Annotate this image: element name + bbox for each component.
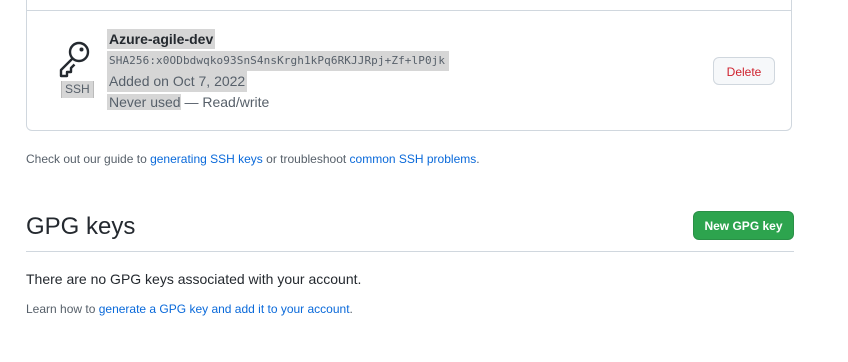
delete-button[interactable]: Delete xyxy=(713,57,775,85)
key-icon xyxy=(59,41,90,78)
generating-ssh-keys-link[interactable]: generating SSH keys xyxy=(150,152,263,166)
ssh-type-badge: SSH xyxy=(61,81,94,98)
ssh-key-added-date: Added on Oct 7, 2022 xyxy=(107,71,248,92)
gpg-learn-prefix: Learn how to xyxy=(26,302,99,316)
ssh-key-title: Azure-agile-dev xyxy=(107,29,216,49)
ssh-help-suffix: . xyxy=(476,152,480,166)
gpg-learn-suffix: . xyxy=(349,302,353,316)
gpg-heading-divider xyxy=(26,251,794,252)
new-gpg-key-button[interactable]: New GPG key xyxy=(693,211,794,240)
ssh-key-last-used: Never used xyxy=(107,94,181,110)
ssh-help-text: Check out our guide to generating SSH ke… xyxy=(26,151,480,167)
ssh-help-middle: or troubleshoot xyxy=(262,152,350,166)
ssh-help-prefix: Check out our guide to xyxy=(26,152,151,166)
gpg-empty-message: There are no GPG keys associated with yo… xyxy=(26,271,362,287)
ssh-key-usage: Never used — Read/write xyxy=(107,92,449,113)
ssh-key-row: SSH Azure-agile-dev SHA256:x0ODbdwqko93S… xyxy=(27,10,791,130)
ssh-key-details: Azure-agile-dev SHA256:x0ODbdwqko93SnS4n… xyxy=(107,29,450,113)
ssh-keys-box: SSH Azure-agile-dev SHA256:x0ODbdwqko93S… xyxy=(26,0,792,131)
ssh-key-access: — Read/write xyxy=(180,94,270,110)
ssh-key-fingerprint: SHA256:x0ODbdwqko93SnS4nsKrgh1kPq6RKJJRp… xyxy=(107,51,450,71)
generate-gpg-key-link[interactable]: generate a GPG key and add it to your ac… xyxy=(99,302,350,316)
gpg-keys-heading: GPG keys xyxy=(26,213,136,240)
gpg-learn-text: Learn how to generate a GPG key and add … xyxy=(26,301,353,317)
common-ssh-problems-link[interactable]: common SSH problems xyxy=(350,152,477,166)
